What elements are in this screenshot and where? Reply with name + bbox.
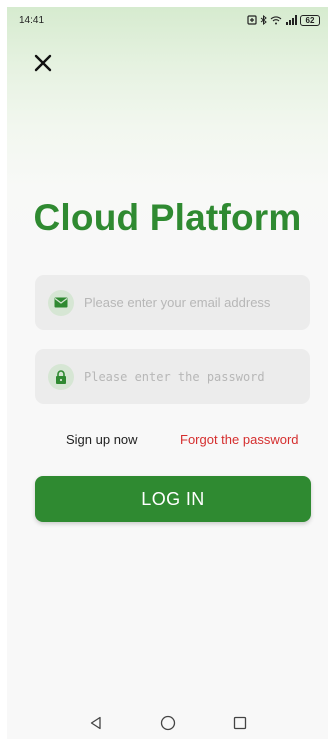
signup-link[interactable]: Sign up now: [66, 432, 138, 447]
home-circle-icon: [160, 715, 175, 731]
notification-icon: [247, 15, 257, 25]
login-button[interactable]: LOG IN: [35, 476, 311, 522]
wifi-icon: [270, 16, 282, 25]
nav-back-button[interactable]: [85, 712, 107, 734]
nav-recents-button[interactable]: [229, 712, 251, 734]
status-time: 14:41: [19, 14, 45, 26]
email-field[interactable]: [35, 275, 310, 330]
bluetooth-icon: [260, 15, 267, 25]
battery-indicator: 62: [300, 14, 320, 26]
signal-icon: [286, 15, 297, 25]
back-triangle-icon: [90, 716, 101, 730]
mail-icon: [48, 289, 74, 316]
close-icon: [34, 54, 52, 72]
lock-icon: [48, 363, 74, 390]
close-button[interactable]: [31, 51, 55, 75]
password-input[interactable]: [84, 369, 299, 384]
recents-square-icon: [233, 716, 246, 730]
system-nav-bar: [7, 707, 328, 739]
app-title: Cloud Platform: [33, 197, 302, 238]
status-bar: 14:41 62: [7, 7, 328, 33]
app-screen: 14:41 62 Cloud Platform Please enter you…: [7, 7, 328, 739]
nav-home-button[interactable]: [157, 712, 179, 734]
password-field[interactable]: [35, 349, 310, 404]
forgot-password-link[interactable]: Forgot the password: [180, 432, 299, 447]
status-icons: 62: [247, 14, 320, 26]
email-input[interactable]: [84, 295, 299, 310]
